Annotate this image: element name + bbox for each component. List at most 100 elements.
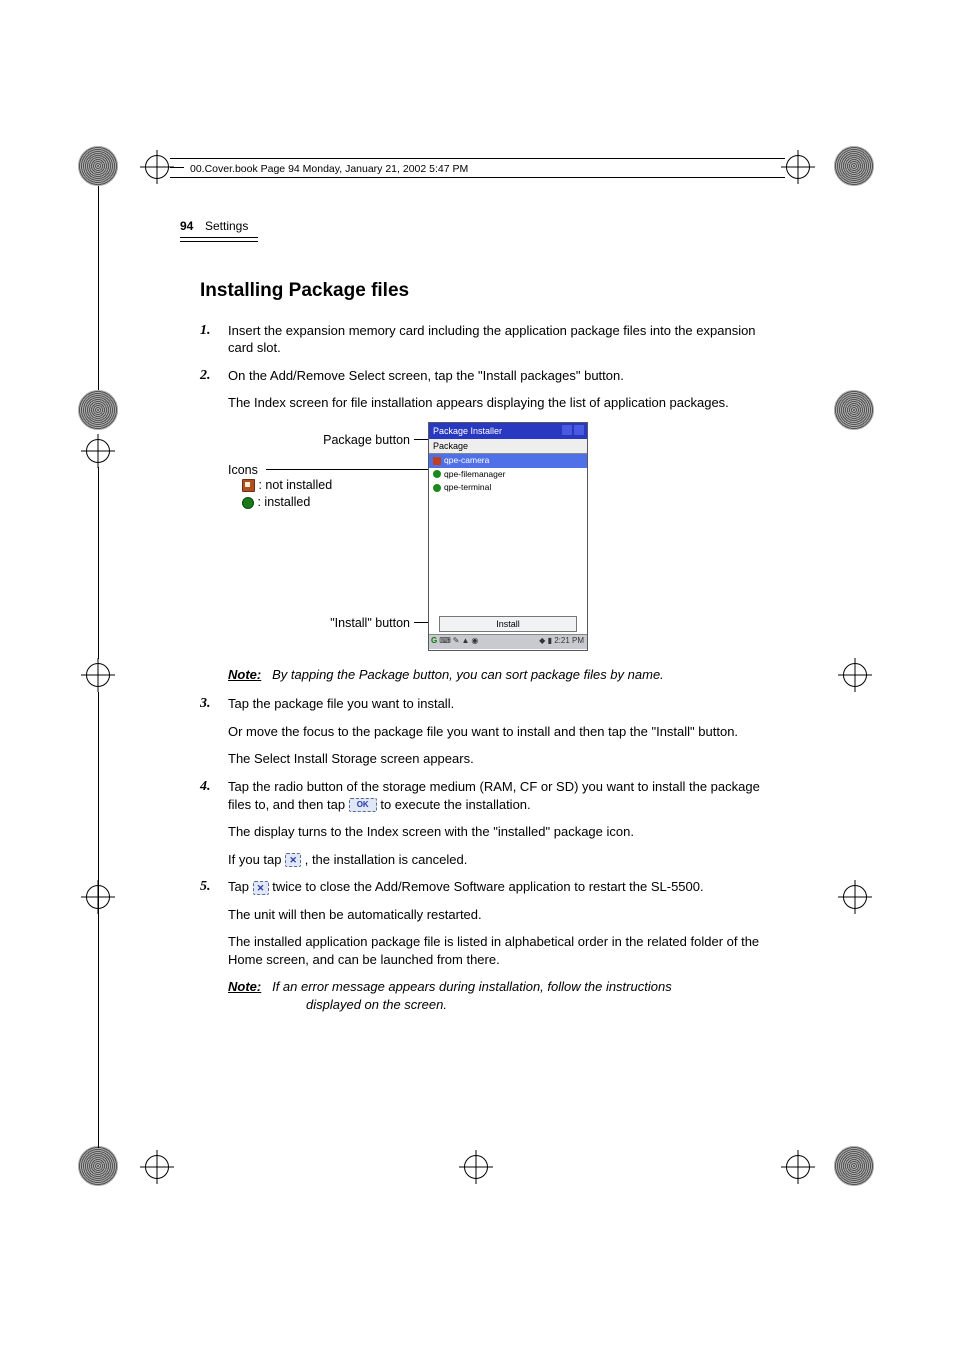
step-4-text-3a: If you tap <box>228 852 285 867</box>
registration-ring <box>834 1146 874 1186</box>
step-number: 3. <box>200 695 211 714</box>
taskbar-up-icon: ▲ <box>461 636 469 647</box>
section-label: Settings <box>205 219 248 233</box>
crop-target-icon <box>140 150 174 184</box>
note-block: Note: If an error message appears during… <box>228 978 780 1013</box>
note-label: Note: <box>228 667 261 682</box>
step-3-text-3: The Select Install Storage screen appear… <box>228 750 780 768</box>
list-item[interactable]: qpe-camera <box>429 454 587 467</box>
step-4-text-3: If you tap ✕ , the installation is cance… <box>228 851 780 869</box>
callout-package-button: Package button <box>323 433 410 447</box>
step-5-text-1: Tap ✕ twice to close the Add/Remove Soft… <box>228 878 780 896</box>
callout-not-installed: : not installed <box>258 478 332 492</box>
column-package: Package <box>433 441 468 451</box>
step-2: 2. On the Add/Remove Select screen, tap … <box>200 367 780 412</box>
step-3-text-1: Tap the package file you want to install… <box>228 695 780 713</box>
step-4-text-3b: , the installation is canceled. <box>305 852 468 867</box>
meta-line: 00.Cover.book Page 94 Monday, January 21… <box>190 163 468 179</box>
step-5-text-1b: twice to close the Add/Remove Software a… <box>272 879 703 894</box>
list-item[interactable]: qpe-filemanager <box>429 468 587 481</box>
step-5-text-3: The installed application package file i… <box>228 933 780 968</box>
taskbar-status-icon: ◆ <box>539 636 545 645</box>
taskbar-battery-icon: ▮ <box>548 636 552 645</box>
registration-ring <box>834 390 874 430</box>
step-number: 1. <box>200 322 211 341</box>
taskbar-pen-icon: ✎ <box>453 636 460 647</box>
step-3-text-2: Or move the focus to the package file yo… <box>228 723 780 741</box>
step-2-text-2: The Index screen for file installation a… <box>228 394 780 412</box>
callout-leader <box>266 469 430 470</box>
install-button[interactable]: Install <box>439 616 577 632</box>
registration-ring <box>78 1146 118 1186</box>
content-area: Installing Package files 1. Insert the e… <box>200 278 780 1013</box>
note-text: By tapping the Package button, you can s… <box>272 667 664 682</box>
crop-target-icon <box>81 434 115 468</box>
crop-target-icon <box>781 1150 815 1184</box>
screenshot-taskbar: G ⌨ ✎ ▲ ◉ ◆ ▮ 2:21 PM <box>429 634 587 649</box>
step-3: 3. Tap the package file you want to inst… <box>200 695 780 768</box>
crop-target-icon <box>838 658 872 692</box>
steps-list: 1. Insert the expansion memory card incl… <box>200 322 780 412</box>
note-block: Note: By tapping the Package button, you… <box>228 666 780 684</box>
close-icon: ✕ <box>285 853 301 867</box>
titlebar-chip-icon <box>562 425 572 435</box>
ok-icon: OK <box>349 798 377 812</box>
screenshot-package-installer: Package Installer Package qpe-camera qpe… <box>428 422 588 651</box>
registration-ring <box>78 390 118 430</box>
not-installed-icon <box>433 457 441 465</box>
figure-block: Package button Icons : not installed : i… <box>228 422 780 652</box>
note-label: Note: <box>228 979 261 994</box>
step-4-text-1: Tap the radio button of the storage medi… <box>228 778 780 813</box>
list-item-label: qpe-camera <box>444 455 489 466</box>
header-rule <box>180 237 258 242</box>
page-header: 94 Settings <box>180 218 800 242</box>
screenshot-titlebar: Package Installer <box>429 423 587 439</box>
callout-icons: Icons <box>228 463 258 477</box>
list-item-label: qpe-terminal <box>444 482 491 493</box>
step-1: 1. Insert the expansion memory card incl… <box>200 322 780 357</box>
callout-install-button: "Install" button <box>330 616 410 630</box>
titlebar-chip-icon <box>574 425 584 435</box>
taskbar-g-icon: G <box>431 636 437 647</box>
note-text-line2: displayed on the screen. <box>306 996 780 1014</box>
crop-target-icon <box>838 880 872 914</box>
taskbar-keyboard-icon: ⌨ <box>439 636 451 647</box>
step-2-text-1: On the Add/Remove Select screen, tap the… <box>228 367 780 385</box>
callout-installed: : installed <box>257 495 310 509</box>
step-4-text-2: The display turns to the Index screen wi… <box>228 823 780 841</box>
not-installed-icon <box>242 479 255 492</box>
registration-ring <box>78 146 118 186</box>
taskbar-clock: 2:21 PM <box>554 636 584 645</box>
registration-ring <box>834 146 874 186</box>
taskbar-globe-icon: ◉ <box>471 636 478 647</box>
installed-icon <box>433 484 441 492</box>
step-number: 2. <box>200 367 211 386</box>
installed-icon <box>242 497 254 509</box>
step-4-text-1b: to execute the installation. <box>380 797 530 812</box>
crop-target-icon <box>81 658 115 692</box>
steps-list-2: 3. Tap the package file you want to inst… <box>200 695 780 968</box>
list-item-label: qpe-filemanager <box>444 469 505 480</box>
step-number: 5. <box>200 878 211 897</box>
crop-target-icon <box>781 150 815 184</box>
crop-line <box>98 692 99 1148</box>
crop-target-icon <box>140 1150 174 1184</box>
crop-line <box>98 467 99 659</box>
note-text-line1: If an error message appears during insta… <box>272 979 672 994</box>
page-number: 94 <box>180 219 193 233</box>
step-5-text-2: The unit will then be automatically rest… <box>228 906 780 924</box>
section-title: Installing Package files <box>200 278 780 304</box>
step-number: 4. <box>200 778 211 797</box>
list-item[interactable]: qpe-terminal <box>429 481 587 494</box>
step-5-text-1a: Tap <box>228 879 253 894</box>
installed-icon <box>433 470 441 478</box>
crop-target-icon <box>459 1150 493 1184</box>
step-1-text: Insert the expansion memory card includi… <box>228 322 780 357</box>
step-4: 4. Tap the radio button of the storage m… <box>200 778 780 868</box>
screenshot-column-header[interactable]: Package <box>429 439 587 454</box>
install-button-label: Install <box>496 619 520 629</box>
screenshot-list: qpe-camera qpe-filemanager qpe-terminal <box>429 454 587 614</box>
screenshot-title: Package Installer <box>433 426 502 436</box>
step-5: 5. Tap ✕ twice to close the Add/Remove S… <box>200 878 780 968</box>
crop-target-icon <box>81 880 115 914</box>
